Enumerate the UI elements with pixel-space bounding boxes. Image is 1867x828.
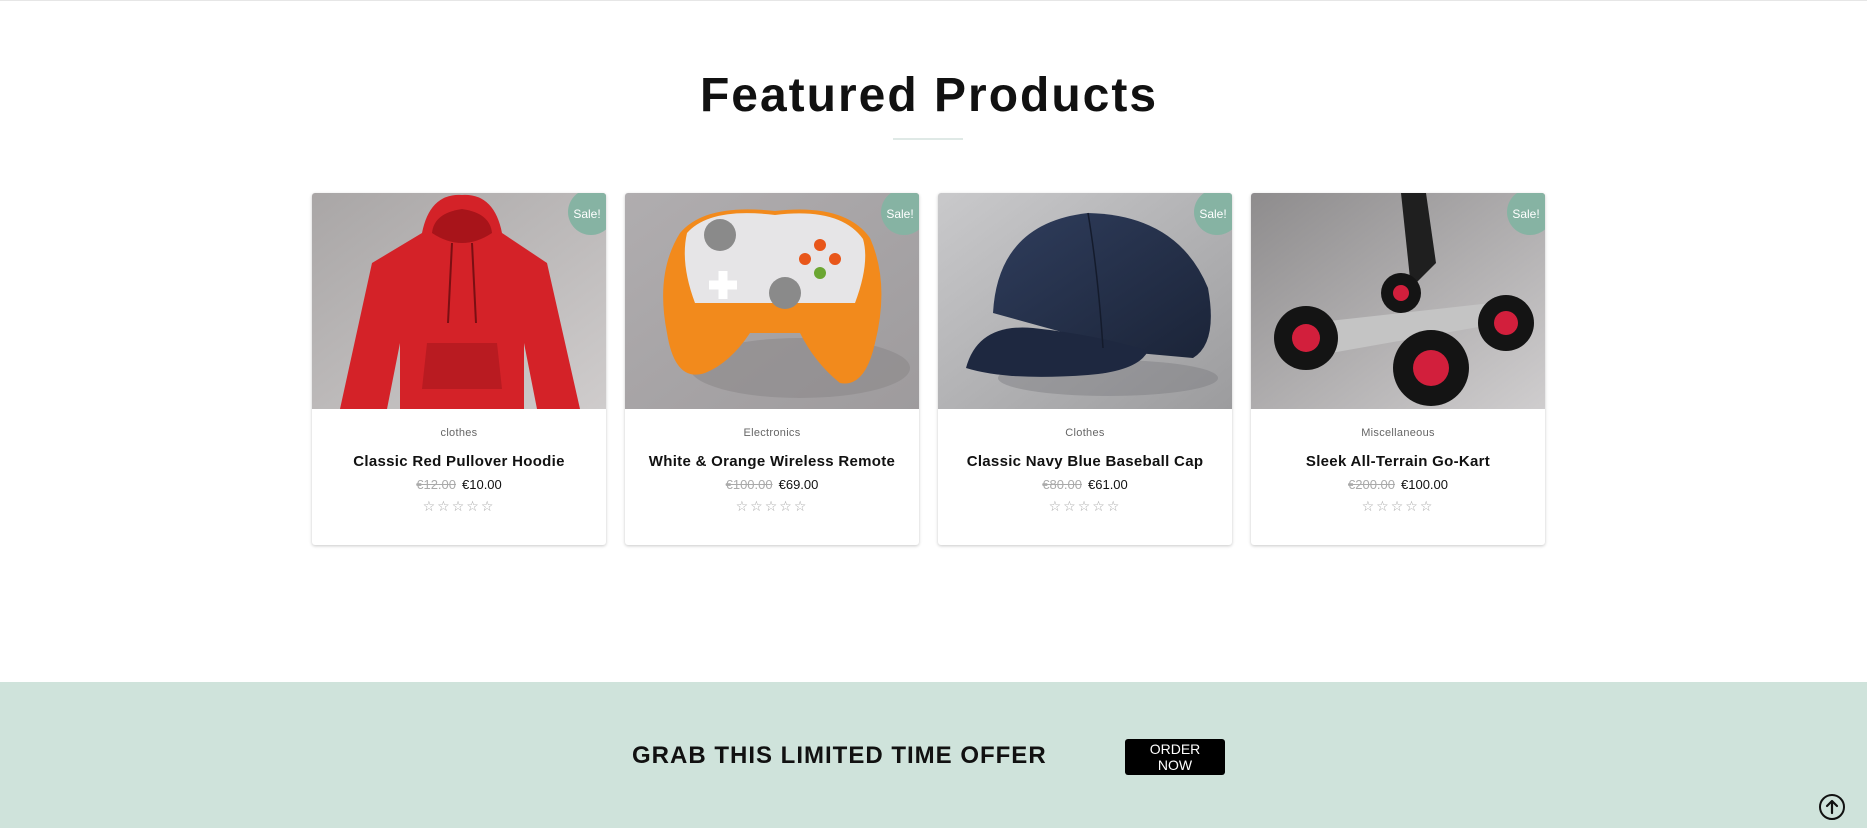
old-price: €200.00 <box>1348 477 1395 492</box>
star-rating: ☆☆☆☆☆ <box>735 499 809 515</box>
product-price: €200.00 €100.00 <box>1251 477 1545 492</box>
old-price: €12.00 <box>416 477 456 492</box>
sale-price: €10.00 <box>462 477 502 492</box>
star-rating: ☆☆☆☆☆ <box>1048 499 1122 515</box>
section-title: Featured Products <box>699 69 1159 122</box>
product-card[interactable]: Sale! Miscellaneous Sleek All-Terrain Go… <box>1251 193 1545 545</box>
product-image-hoodie[interactable]: Sale! <box>312 193 606 409</box>
product-name[interactable]: Classic Red Pullover Hoodie <box>312 453 606 470</box>
sale-price: €100.00 <box>1401 477 1448 492</box>
product-category[interactable]: Electronics <box>625 427 919 439</box>
top-divider <box>0 0 1867 1</box>
old-price: €100.00 <box>725 477 773 492</box>
product-price: €100.00 €69.00 <box>625 477 919 492</box>
product-grid: Sale! clothes Classic Red Pullover Hoodi… <box>312 193 1546 545</box>
product-card[interactable]: Sale! Electronics White & Orange Wireles… <box>625 193 919 545</box>
product-price: €12.00 €10.00 <box>312 477 606 492</box>
arrow-up-circle-icon[interactable] <box>1818 793 1846 821</box>
product-card[interactable]: Sale! Clothes Classic Navy Blue Baseball… <box>938 193 1232 545</box>
product-image-controller[interactable]: Sale! <box>625 193 919 409</box>
offer-headline: GRAB THIS LIMITED TIME OFFER <box>632 742 1047 769</box>
product-category[interactable]: Miscellaneous <box>1251 427 1545 439</box>
title-underline <box>893 138 963 140</box>
product-category[interactable]: Clothes <box>938 427 1232 439</box>
product-category[interactable]: clothes <box>312 427 606 439</box>
product-name[interactable]: Classic Navy Blue Baseball Cap <box>938 453 1232 470</box>
product-name[interactable]: White & Orange Wireless Remote <box>625 453 919 470</box>
sale-price: €69.00 <box>778 477 819 492</box>
product-card[interactable]: Sale! clothes Classic Red Pullover Hoodi… <box>312 193 606 545</box>
product-image-cap[interactable]: Sale! <box>938 193 1232 409</box>
sale-price: €61.00 <box>1088 477 1128 492</box>
star-rating: ☆☆☆☆☆ <box>422 499 496 515</box>
order-now-button[interactable]: ORDER NOW <box>1125 739 1225 775</box>
product-price: €80.00 €61.00 <box>938 477 1232 492</box>
product-name[interactable]: Sleek All-Terrain Go-Kart <box>1251 453 1545 470</box>
product-image-gokart[interactable]: Sale! <box>1251 193 1545 409</box>
old-price: €80.00 <box>1042 477 1082 492</box>
star-rating: ☆☆☆☆☆ <box>1361 499 1435 515</box>
